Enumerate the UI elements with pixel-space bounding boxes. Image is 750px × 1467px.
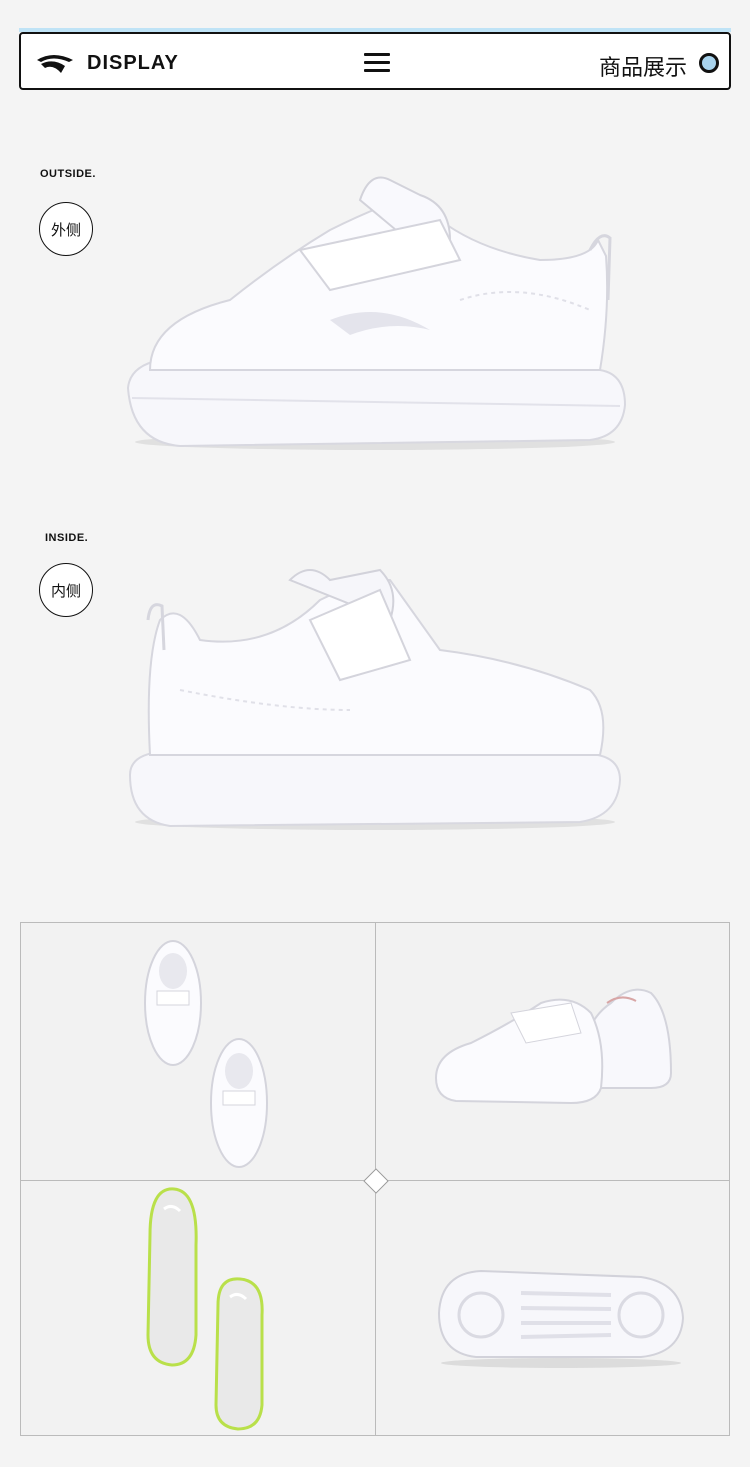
header-bar: DISPLAY 商品展示 <box>19 32 731 90</box>
brand-logo-icon <box>37 55 73 73</box>
section-label-cn-inside: 内侧 <box>39 563 93 617</box>
section-label-en-outside: OUTSIDE. <box>40 168 96 180</box>
pair-angle-view-image <box>434 988 673 1105</box>
shoe-inside-image <box>128 568 622 830</box>
outsole-view-image <box>437 1269 685 1368</box>
page-title: 商品展示 <box>598 56 687 81</box>
shoe-outside-image <box>126 176 627 450</box>
product-views-grid <box>20 922 730 1436</box>
brand-name: DISPLAY <box>87 52 179 74</box>
section-label-en-inside: INSIDE. <box>45 532 89 544</box>
top-view-image <box>144 940 268 1168</box>
section-label-cn-outside: 外侧 <box>39 202 93 256</box>
insoles-view-image <box>146 1187 264 1431</box>
status-dot-icon <box>699 53 719 73</box>
menu-icon[interactable] <box>364 52 390 74</box>
grid-center-diamond <box>363 1168 389 1194</box>
